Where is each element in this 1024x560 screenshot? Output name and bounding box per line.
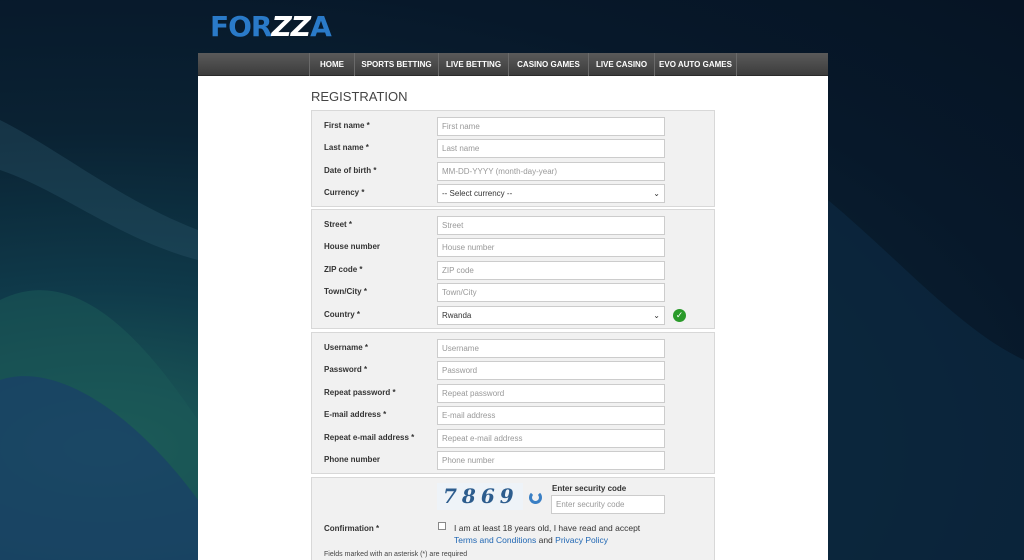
email-input[interactable]: E-mail address [437, 406, 665, 425]
dob-row: Date of birth * MM-DD-YYYY (month-day-ye… [312, 161, 714, 183]
currency-select-value: -- Select currency -- [442, 189, 513, 198]
last-name-row: Last name * Last name [312, 138, 714, 160]
confirmation-section: 7869 Enter security code Enter security … [311, 477, 715, 560]
repeat-email-row: Repeat e-mail address * Repeat e-mail ad… [312, 428, 714, 450]
privacy-link[interactable]: Privacy Policy [555, 535, 608, 545]
phone-input[interactable]: Phone number [437, 451, 665, 470]
logo-text-for: FOR [210, 9, 272, 43]
nav-sports-betting[interactable]: SPORTS BETTING [355, 52, 439, 76]
personal-info-section: First name * First name Last name * Last… [311, 110, 715, 207]
nav-evo-auto-games[interactable]: EVO AUTO GAMES [655, 52, 737, 76]
password-input[interactable]: Password [437, 361, 665, 380]
nav-live-betting[interactable]: LIVE BETTING [439, 52, 509, 76]
repeat-password-input[interactable]: Repeat password [437, 384, 665, 403]
repeat-password-row: Repeat password * Repeat password [312, 383, 714, 405]
house-number-row: House number House number [312, 237, 714, 259]
currency-row: Currency * -- Select currency -- ⌄ [312, 183, 714, 205]
password-label: Password * [324, 365, 368, 374]
captcha-image: 7869 [437, 483, 523, 510]
chevron-down-icon: ⌄ [653, 189, 660, 198]
country-label: Country * [324, 310, 360, 319]
security-code-input[interactable]: Enter security code [551, 495, 665, 514]
phone-row: Phone number Phone number [312, 450, 714, 472]
address-section: Street * Street House number House numbe… [311, 209, 715, 329]
country-select-value: Rwanda [442, 311, 472, 320]
confirmation-and: and [538, 535, 553, 545]
currency-label: Currency * [324, 188, 365, 197]
last-name-input[interactable]: Last name [437, 139, 665, 158]
top-nav: HOME SPORTS BETTING LIVE BETTING CASINO … [198, 52, 828, 76]
age-terms-checkbox[interactable] [438, 522, 446, 530]
valid-check-icon: ✓ [673, 309, 686, 322]
nav-home[interactable]: HOME [309, 52, 355, 76]
first-name-label: First name * [324, 121, 370, 130]
main-content: HOME SPORTS BETTING LIVE BETTING CASINO … [198, 52, 828, 560]
town-input[interactable]: Town/City [437, 283, 665, 302]
town-label: Town/City * [324, 287, 367, 296]
email-label: E-mail address * [324, 410, 387, 419]
logo-text-a: A [310, 9, 332, 43]
chevron-down-icon: ⌄ [653, 311, 660, 320]
forzza-logo[interactable]: FOR ZZ A [210, 8, 332, 44]
house-number-label: House number [324, 242, 381, 251]
town-row: Town/City * Town/City [312, 282, 714, 304]
nav-casino-games[interactable]: CASINO GAMES [509, 52, 589, 76]
logo-text-zz: ZZ [271, 9, 312, 43]
refresh-icon[interactable] [529, 491, 542, 504]
zip-input[interactable]: ZIP code [437, 261, 665, 280]
last-name-label: Last name * [324, 143, 369, 152]
username-row: Username * Username [312, 338, 714, 360]
first-name-row: First name * First name [312, 116, 714, 138]
country-row: Country * Rwanda ⌄ ✓ [312, 305, 714, 327]
zip-label: ZIP code * [324, 265, 363, 274]
nav-live-casino[interactable]: LIVE CASINO [589, 52, 655, 76]
confirmation-text: I am at least 18 years old, I have read … [454, 522, 674, 546]
repeat-password-label: Repeat password * [324, 388, 396, 397]
phone-label: Phone number [324, 455, 381, 464]
username-input[interactable]: Username [437, 339, 665, 358]
email-row: E-mail address * E-mail address [312, 405, 714, 427]
street-row: Street * Street [312, 215, 714, 237]
currency-select[interactable]: -- Select currency -- ⌄ [437, 184, 665, 203]
zip-row: ZIP code * ZIP code [312, 260, 714, 282]
confirmation-text-main: I am at least 18 years old, I have read … [454, 523, 641, 533]
password-row: Password * Password [312, 360, 714, 382]
street-input[interactable]: Street [437, 216, 665, 235]
street-label: Street * [324, 220, 353, 229]
page-title: REGISTRATION [311, 89, 408, 104]
dob-input[interactable]: MM-DD-YYYY (month-day-year) [437, 162, 665, 181]
confirmation-label: Confirmation * [324, 524, 380, 533]
account-section: Username * Username Password * Password … [311, 332, 715, 474]
dob-label: Date of birth * [324, 166, 377, 175]
house-number-input[interactable]: House number [437, 238, 665, 257]
security-code-label: Enter security code [552, 484, 627, 493]
terms-link[interactable]: Terms and Conditions [454, 535, 536, 545]
first-name-input[interactable]: First name [437, 117, 665, 136]
repeat-email-label: Repeat e-mail address * [324, 433, 415, 442]
username-label: Username * [324, 343, 369, 352]
country-select[interactable]: Rwanda ⌄ [437, 306, 665, 325]
required-note: Fields marked with an asterisk (*) are r… [324, 551, 468, 558]
repeat-email-input[interactable]: Repeat e-mail address [437, 429, 665, 448]
